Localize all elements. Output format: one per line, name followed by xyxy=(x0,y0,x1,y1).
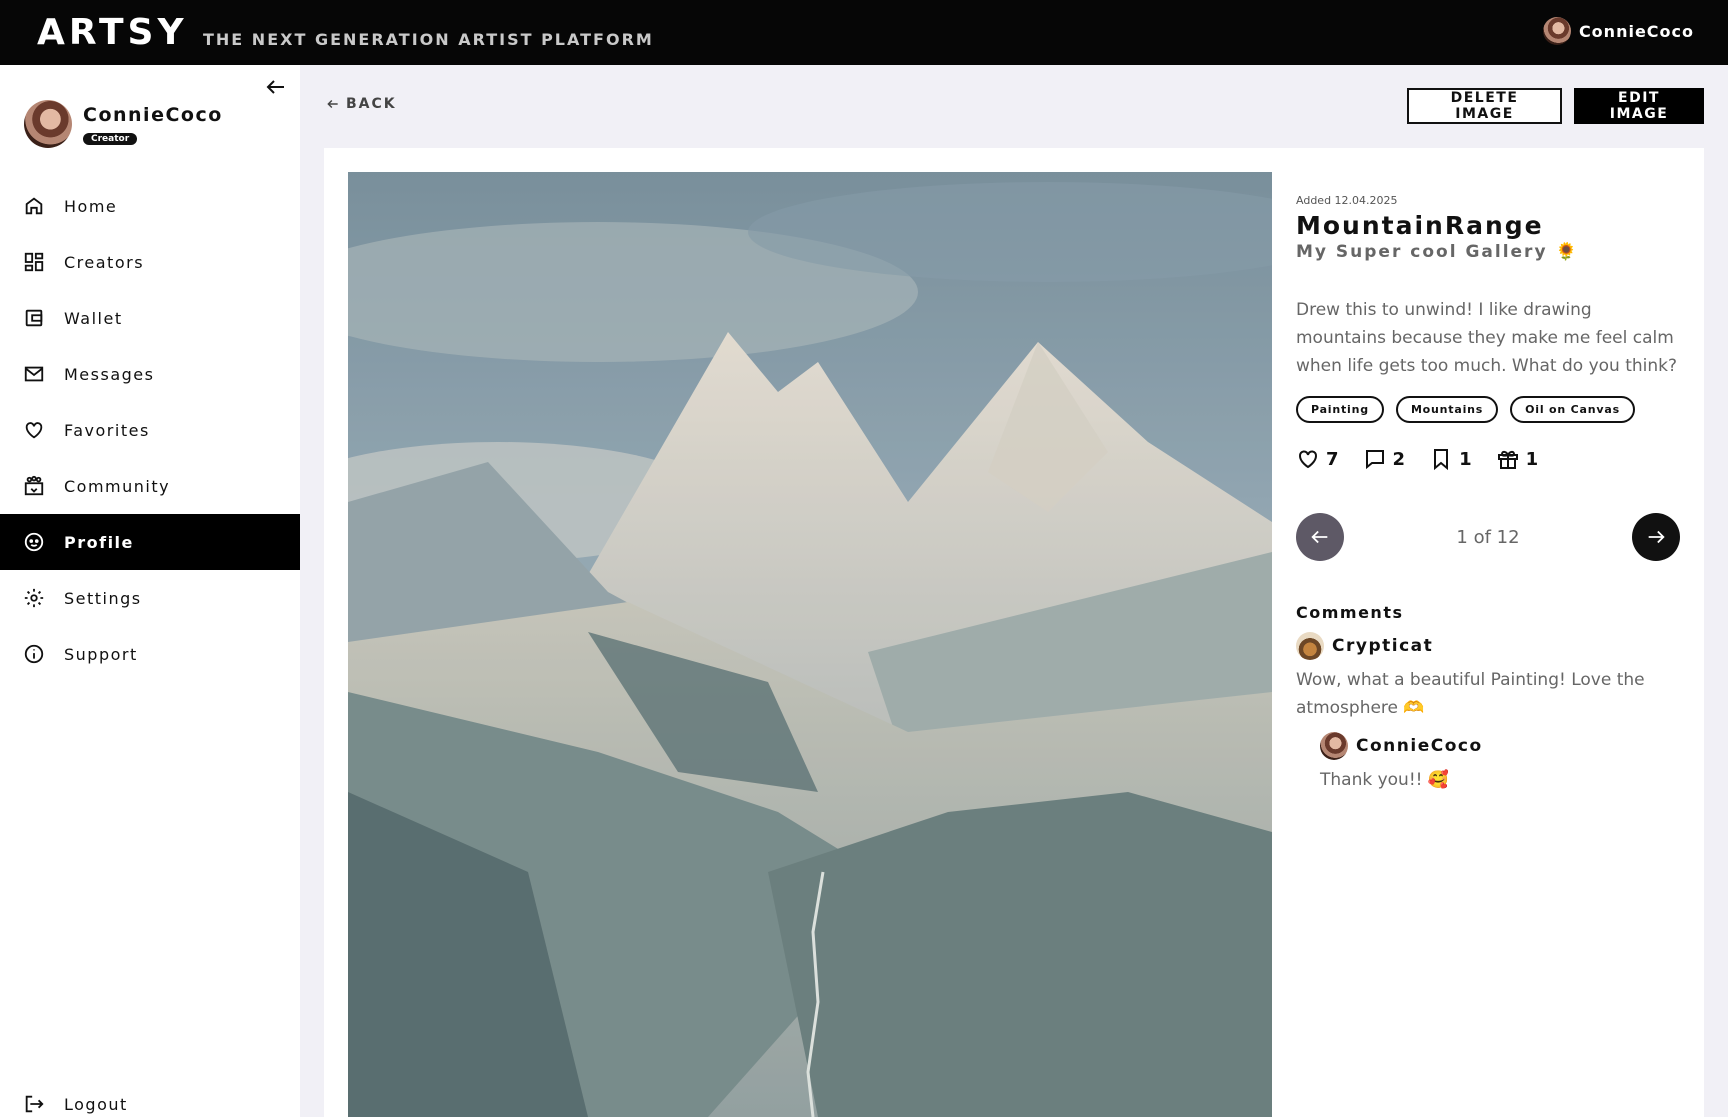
gift-icon xyxy=(1497,450,1518,469)
stats-bar: 7 2 1 1 xyxy=(1296,447,1680,471)
app-logo[interactable]: ARTSY xyxy=(37,12,188,53)
profile-icon xyxy=(24,532,44,552)
artwork-details: Added 12.04.2025 MountainRange My Super … xyxy=(1296,172,1680,794)
app-tagline: THE NEXT GENERATION ARTIST PLATFORM xyxy=(203,30,654,49)
sidebar-item-community[interactable]: Community xyxy=(0,458,300,514)
arrow-left-icon xyxy=(1311,530,1328,544)
sidebar-item-profile[interactable]: Profile xyxy=(0,514,300,570)
sidebar-item-support[interactable]: Support xyxy=(0,626,300,682)
gift-count: 1 xyxy=(1525,448,1539,470)
artwork-description: Drew this to unwind! I like drawing moun… xyxy=(1296,300,1678,376)
sidebar-item-label: Profile xyxy=(64,532,134,552)
grid-icon xyxy=(24,252,44,272)
avatar[interactable] xyxy=(1296,632,1324,660)
sidebar-user: ConnieCoco Creator xyxy=(24,100,223,148)
sidebar-item-label: Support xyxy=(64,644,138,664)
collapse-arrow-icon[interactable] xyxy=(264,75,288,99)
tag[interactable]: Mountains xyxy=(1395,396,1499,423)
logout-button[interactable]: Logout xyxy=(0,1078,300,1117)
logout-label: Logout xyxy=(64,1094,128,1114)
sidebar-item-label: Wallet xyxy=(64,308,123,328)
pager-count: 1 of 12 xyxy=(1456,526,1520,548)
like-stat[interactable]: 7 xyxy=(1296,447,1339,471)
comment-text: Wow, what a beautiful Painting! Love the… xyxy=(1296,670,1645,718)
comment-author[interactable]: ConnieCoco xyxy=(1356,736,1483,756)
logout-icon xyxy=(25,1095,44,1113)
back-label: BACK xyxy=(346,96,397,112)
comment-text: Thank you!! 🥰 xyxy=(1320,770,1450,790)
heart-icon xyxy=(25,422,43,439)
delete-image-button[interactable]: DELETE IMAGE xyxy=(1407,88,1562,124)
comment-author[interactable]: Crypticat xyxy=(1332,636,1433,656)
top-user-menu[interactable]: ConnieCoco xyxy=(1542,17,1694,45)
sidebar-item-label: Favorites xyxy=(64,420,150,440)
sidebar-username: ConnieCoco xyxy=(83,103,223,126)
mountain-painting xyxy=(348,172,1272,1117)
tag[interactable]: Painting xyxy=(1296,396,1384,423)
sidebar-item-label: Creators xyxy=(64,252,145,272)
sidebar-nav: Home Creators Wallet Messages Favorites … xyxy=(0,178,300,682)
tag-list: Painting Mountains Oil on Canvas xyxy=(1296,396,1680,423)
wallet-icon xyxy=(25,309,43,327)
image-pager: 1 of 12 xyxy=(1296,513,1680,561)
avatar xyxy=(1542,17,1571,45)
sidebar-item-label: Community xyxy=(64,476,171,496)
home-icon xyxy=(25,197,43,215)
previous-button[interactable] xyxy=(1296,513,1344,561)
sidebar-item-home[interactable]: Home xyxy=(0,178,300,234)
comment-stat[interactable]: 2 xyxy=(1363,447,1406,471)
top-username: ConnieCoco xyxy=(1578,21,1694,41)
save-count: 1 xyxy=(1459,448,1472,470)
gallery-name[interactable]: My Super cool Gallery 🌻 xyxy=(1296,242,1680,262)
heart-icon xyxy=(1299,450,1317,469)
sidebar-item-settings[interactable]: Settings xyxy=(0,570,300,626)
gift-stat[interactable]: 1 xyxy=(1496,447,1539,471)
tag[interactable]: Oil on Canvas xyxy=(1510,396,1635,423)
sidebar: ConnieCoco Creator Home Creators Wallet … xyxy=(0,65,300,1117)
sidebar-item-favorites[interactable]: Favorites xyxy=(0,402,300,458)
sidebar-item-label: Home xyxy=(64,196,118,216)
avatar[interactable] xyxy=(1320,732,1348,760)
community-icon xyxy=(24,475,44,496)
artwork-title: MountainRange xyxy=(1296,211,1544,240)
sidebar-item-label: Settings xyxy=(64,588,142,608)
artwork-image[interactable] xyxy=(348,172,1272,1117)
avatar xyxy=(24,100,72,148)
comment-icon xyxy=(1365,450,1384,470)
back-link[interactable]: BACK xyxy=(326,96,397,112)
bookmark-icon xyxy=(1434,449,1449,471)
sidebar-item-label: Messages xyxy=(64,364,155,384)
next-button[interactable] xyxy=(1632,513,1680,561)
added-date: Added 12.04.2025 xyxy=(1296,194,1398,207)
sidebar-item-wallet[interactable]: Wallet xyxy=(0,290,300,346)
role-badge: Creator xyxy=(83,132,138,145)
gear-icon xyxy=(24,588,44,608)
sidebar-item-creators[interactable]: Creators xyxy=(0,234,300,290)
sidebar-item-messages[interactable]: Messages xyxy=(0,346,300,402)
info-icon xyxy=(24,644,44,664)
save-stat[interactable]: 1 xyxy=(1429,447,1472,471)
edit-image-button[interactable]: EDIT IMAGE xyxy=(1574,88,1704,124)
comment-reply: ConnieCoco Thank you!! 🥰 xyxy=(1320,732,1680,794)
artwork-card: Added 12.04.2025 MountainRange My Super … xyxy=(324,148,1704,1117)
mail-icon xyxy=(24,366,44,382)
comments-heading: Comments xyxy=(1296,603,1404,622)
like-count: 7 xyxy=(1326,448,1339,470)
back-arrow-icon xyxy=(327,99,338,109)
arrow-right-icon xyxy=(1648,530,1665,544)
comment: Crypticat Wow, what a beautiful Painting… xyxy=(1296,632,1680,722)
top-bar: ARTSY THE NEXT GENERATION ARTIST PLATFOR… xyxy=(0,0,1728,65)
comment-count: 2 xyxy=(1392,448,1406,470)
